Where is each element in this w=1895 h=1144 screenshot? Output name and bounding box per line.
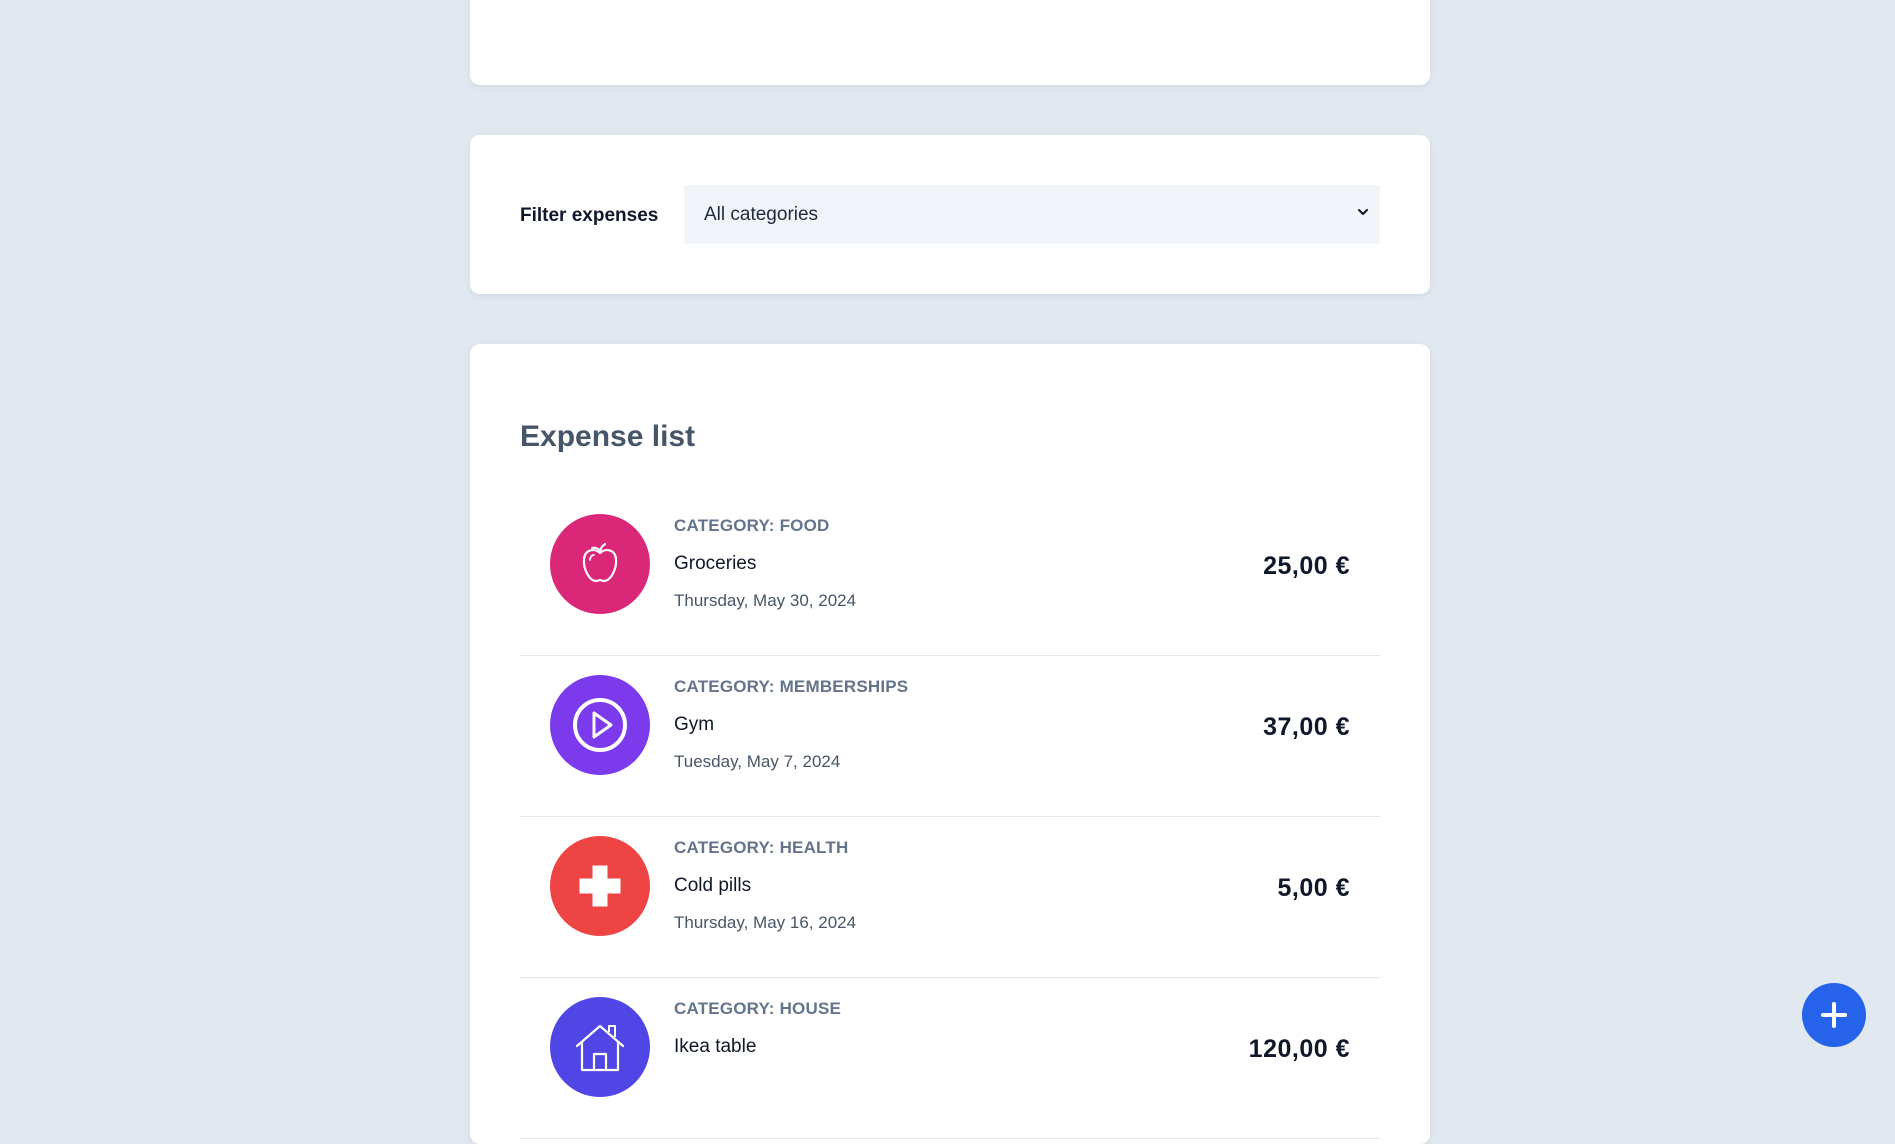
expense-item[interactable]: CATEGORY: FOOD Groceries Thursday, May 3… [520, 494, 1381, 656]
expense-amount: 5,00 € [1277, 874, 1350, 902]
plus-icon [1821, 1002, 1847, 1028]
expense-amount: 25,00 € [1263, 552, 1350, 580]
chart-card [470, 0, 1430, 85]
category-icon-badge [550, 997, 650, 1097]
expense-name: Gym [674, 714, 715, 735]
expense-category: CATEGORY: HEALTH [674, 838, 849, 857]
expense-amount: 37,00 € [1263, 713, 1350, 741]
expense-date: Thursday, May 16, 2024 [674, 913, 857, 932]
expense-amount: 120,00 € [1248, 1035, 1350, 1063]
expense-category: CATEGORY: FOOD [674, 516, 830, 535]
add-expense-button[interactable] [1802, 983, 1866, 1047]
expense-list-card: Expense list CATEGORY: FOOD Groceries Th… [470, 344, 1430, 1144]
expense-name: Groceries [674, 553, 757, 574]
expense-category: CATEGORY: HOUSE [674, 999, 842, 1018]
expense-date: Thursday, May 30, 2024 [674, 591, 857, 610]
expense-date: Tuesday, May 7, 2024 [674, 752, 841, 771]
play-circle-icon [573, 698, 627, 752]
category-icon-badge [550, 836, 650, 936]
expense-category: CATEGORY: MEMBERSHIPS [674, 677, 909, 696]
category-filter-value: All categories [704, 203, 819, 225]
filter-label: Filter expenses [520, 205, 659, 226]
expense-list-title: Expense list [520, 420, 696, 453]
medical-cross-icon [579, 865, 621, 907]
expense-item[interactable]: CATEGORY: HOUSE Ikea table 120,00 € [520, 977, 1381, 1139]
expense-name: Cold pills [674, 875, 752, 896]
category-icon-badge [550, 675, 650, 775]
expense-name: Ikea table [674, 1036, 757, 1057]
house-icon [575, 1024, 625, 1072]
apple-icon [582, 542, 618, 583]
filter-card: Filter expenses All categories [470, 135, 1430, 294]
chevron-down-icon [1358, 209, 1368, 215]
expense-item[interactable]: CATEGORY: HEALTH Cold pills Thursday, Ma… [520, 816, 1381, 978]
category-icon-badge [550, 514, 650, 614]
expense-item[interactable]: CATEGORY: MEMBERSHIPS Gym Tuesday, May 7… [520, 655, 1381, 817]
category-filter-select[interactable]: All categories [684, 185, 1380, 244]
